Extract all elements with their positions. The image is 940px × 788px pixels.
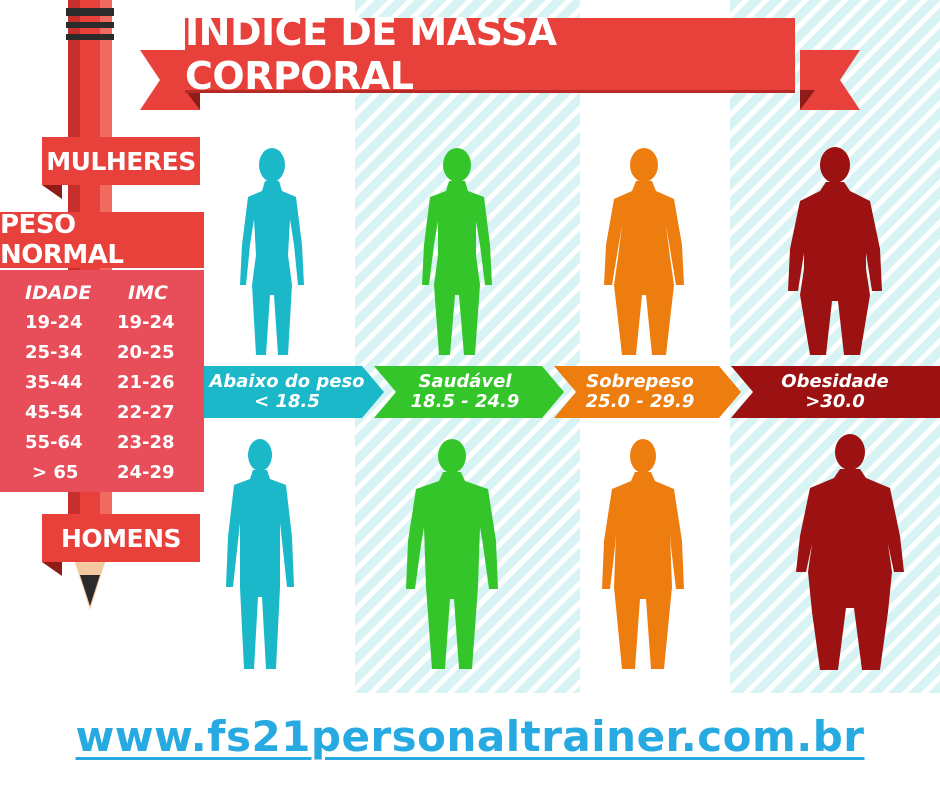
category-underweight: Abaixo do peso < 18.5 [206,366,368,418]
table-row: 25-34 20-25 [0,342,204,372]
table-row: 55-64 23-28 [0,432,204,462]
age-cell: 35-44 [25,372,83,393]
normal-weight-label: PESO NORMAL [0,210,124,270]
page-title: ÍNDICE DE MASSA CORPORAL [185,10,557,98]
bmi-cell: 19-24 [117,312,175,333]
bmi-cell: 23-28 [117,432,175,453]
women-tag: MULHERES [42,137,200,185]
male-silhouette-icon [796,434,904,670]
age-header: IDADE [25,282,92,304]
bmi-cell: 21-26 [117,372,175,393]
table-row: 35-44 21-26 [0,372,204,402]
men-tag-fold [42,562,62,576]
bmi-header: IMC [128,282,168,304]
category-range: < 18.5 [254,391,320,412]
male-silhouette-icon [602,439,684,669]
female-silhouette-icon [604,148,684,355]
category-overweight: Sobrepeso 25.0 - 29.9 [575,366,705,418]
men-label: HOMENS [60,523,182,553]
website-link[interactable]: www.fs21personaltrainer.com.br [0,712,940,761]
normal-weight-tag: PESO NORMAL [0,210,204,270]
category-range: 18.5 - 24.9 [410,391,520,412]
title-banner: ÍNDICE DE MASSA CORPORAL [185,10,795,98]
table-header: IDADE IMC [0,282,204,312]
table-row: 19-24 19-24 [0,312,204,342]
women-tag-fold [42,185,62,199]
bmi-cell: 24-29 [117,462,175,483]
bmi-cell: 22-27 [117,402,175,423]
age-cell: 45-54 [25,402,83,423]
category-range: >30.0 [805,391,865,412]
male-silhouette-icon [406,439,498,669]
age-cell: 19-24 [25,312,83,333]
women-label: MULHERES [46,146,196,176]
age-bmi-table: IDADE IMC 19-24 19-24 25-34 20-25 35-44 … [0,270,204,492]
age-cell: > 65 [32,462,79,483]
category-name: Abaixo do peso [209,371,365,392]
category-healthy: Saudável 18.5 - 24.9 [395,366,535,418]
male-silhouette-icon [226,439,294,669]
female-silhouette-icon [422,148,492,355]
category-range: 25.0 - 29.9 [585,391,695,412]
bmi-infographic: ÍNDICE DE MASSA CORPORAL MULHERES PESO N… [0,0,940,788]
female-silhouette-icon [240,148,304,355]
table-row: > 65 24-29 [0,462,204,492]
category-name: Saudável [418,371,512,392]
category-obesity: Obesidade >30.0 [760,366,910,418]
category-name: Obesidade [781,371,889,392]
table-row: 45-54 22-27 [0,402,204,432]
category-name: Sobrepeso [586,371,694,392]
age-cell: 55-64 [25,432,83,453]
bmi-cell: 20-25 [117,342,175,363]
men-tag: HOMENS [42,514,200,562]
female-silhouette-icon [788,147,882,355]
age-cell: 25-34 [25,342,83,363]
